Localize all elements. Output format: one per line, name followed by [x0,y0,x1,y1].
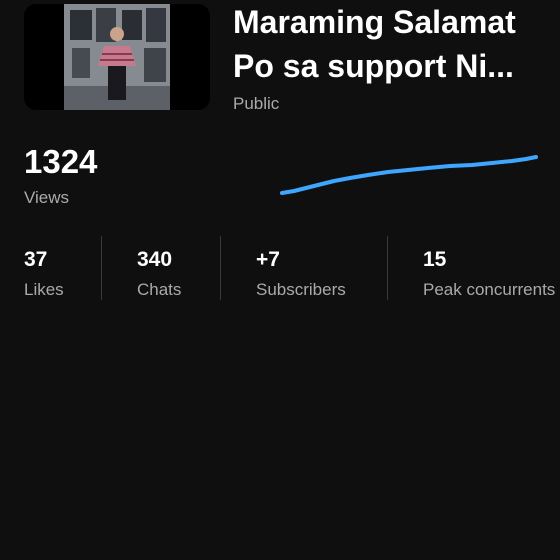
live-stream-analytics: Maraming Salamat Po sa support Ni... Pub… [0,0,560,560]
stat-likes: 37 Likes [24,247,64,301]
thumbnail-photo [64,4,170,110]
views-trend-line [280,155,538,195]
video-title-line-1: Maraming Salamat [233,4,516,40]
chats-count: 340 [137,248,173,271]
likes-label: Likes [24,280,64,299]
video-thumbnail[interactable] [24,4,210,110]
stat-subscribers: +7 Subscribers [256,247,346,301]
likes-count: 37 [24,248,48,271]
views-trend-sparkline [280,155,538,195]
video-title-line-2: Po sa support Ni... [233,48,514,84]
stat-divider [387,236,388,300]
views-label: Views [24,188,70,207]
subscribers-count: +7 [256,248,280,271]
peak-concurrents-label: Peak concurrents [423,280,556,299]
chats-label: Chats [137,280,182,299]
views-count: 1324 [24,143,98,180]
stat-divider [220,236,221,300]
video-title[interactable]: Maraming Salamat Po sa support Ni... [233,0,560,88]
subscribers-label: Subscribers [256,280,346,299]
stat-divider [101,236,102,300]
stat-chats: 340 Chats [137,247,181,301]
visibility-status: Public [233,94,280,113]
stat-peak-concurrents: 15 Peak concurrents [423,247,555,301]
peak-concurrents-count: 15 [423,248,447,271]
